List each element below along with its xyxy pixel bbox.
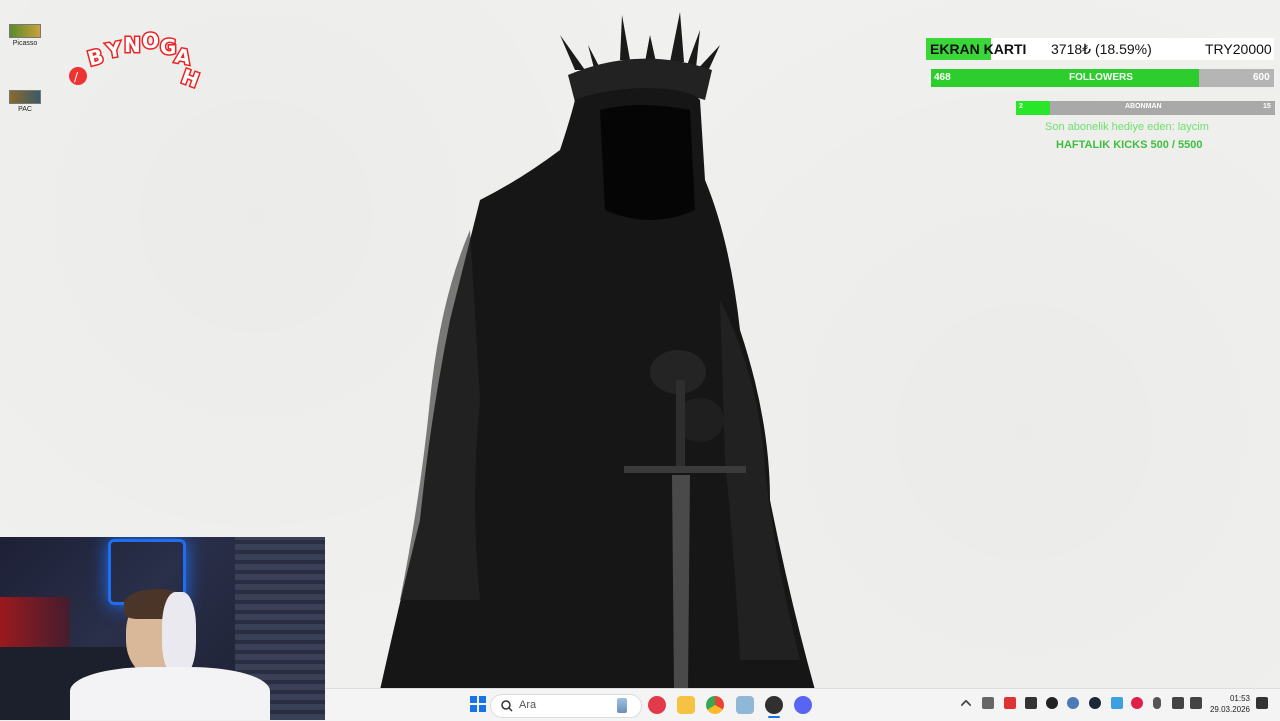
webcam-headphones [162, 592, 196, 676]
chrome-icon[interactable] [706, 696, 724, 714]
tray-steam-icon[interactable] [1089, 697, 1101, 709]
subscribers-label: ABONMAN [1125, 103, 1162, 110]
tray-network-icon[interactable] [1172, 697, 1184, 709]
donation-goal-bar: EKRAN KARTI 3718₺ (18.59%) TRY20000 [926, 38, 1274, 60]
svg-text:B: B [85, 44, 106, 71]
goal-amount: 3718₺ (18.59%) [1051, 41, 1152, 57]
subscribers-current: 2 [1019, 103, 1023, 110]
tray-network-app-icon[interactable] [1111, 697, 1123, 709]
gift-sub-message: Son abonelik hediye eden: laycim [1045, 121, 1209, 133]
active-app-indicator [768, 716, 780, 718]
followers-goal-bar: 468 FOLLOWERS 600 [931, 69, 1274, 87]
svg-text:G: G [160, 35, 176, 59]
notification-icon[interactable] [1256, 697, 1268, 709]
tray-gpu-icon[interactable] [1046, 697, 1058, 709]
svg-text:N: N [124, 33, 141, 57]
tray-cloud-icon[interactable] [1067, 697, 1079, 709]
media-player-icon[interactable] [648, 696, 666, 714]
weekly-kicks-counter: HAFTALIK KICKS 500 / 5500 [1056, 139, 1203, 151]
file-explorer-icon[interactable] [677, 696, 695, 714]
windows-start-icon [470, 696, 486, 712]
desktop-icon-picasso[interactable]: Picasso [5, 24, 45, 47]
svg-text:Y: Y [104, 37, 124, 63]
search-placeholder: Ara [519, 699, 537, 711]
desktop-icon-label: Picasso [12, 40, 38, 47]
search-icon [501, 700, 513, 712]
followers-label: FOLLOWERS [1069, 72, 1133, 83]
tray-microphone-icon[interactable] [1153, 697, 1161, 709]
tray-volume-icon[interactable] [1190, 697, 1202, 709]
goal-label: EKRAN KARTI [930, 41, 1027, 57]
picasso-thumbnail-icon [9, 24, 41, 38]
goal-target: TRY20000 [1205, 41, 1272, 57]
desktop-icon-label: PAC [18, 106, 32, 113]
tray-record-icon[interactable] [1131, 697, 1143, 709]
pac-thumbnail-icon [9, 90, 41, 104]
channel-logo: / B Y N O G A H [69, 28, 204, 94]
tray-app-icon[interactable] [1025, 697, 1037, 709]
webcam-feed [0, 537, 325, 720]
clock-date: 29.03.2026 [1209, 705, 1250, 714]
clock-time: 01:53 [1229, 694, 1250, 703]
taskbar-search-box[interactable]: Ara [490, 694, 642, 718]
start-button[interactable] [470, 696, 486, 712]
tray-vpn-icon[interactable] [1004, 697, 1016, 709]
discord-icon[interactable] [794, 696, 812, 714]
obs-icon[interactable] [765, 696, 783, 714]
subscribers-target: 15 [1263, 103, 1271, 110]
taskbar-clock[interactable]: 01:53 29.03.2026 [1210, 693, 1250, 715]
followers-goal-fill [931, 69, 1199, 87]
subscribers-goal-bar: 2 ABONMAN 15 [1016, 101, 1275, 115]
desktop-icon-pac[interactable]: PAC [5, 90, 45, 113]
tray-audio-icon[interactable] [982, 697, 994, 709]
settings-icon[interactable] [736, 696, 754, 714]
followers-target: 600 [1253, 72, 1270, 83]
svg-text:O: O [142, 29, 159, 53]
followers-current: 468 [934, 72, 951, 83]
search-highlight-icon [617, 698, 627, 713]
webcam-person-shirt [70, 667, 270, 720]
